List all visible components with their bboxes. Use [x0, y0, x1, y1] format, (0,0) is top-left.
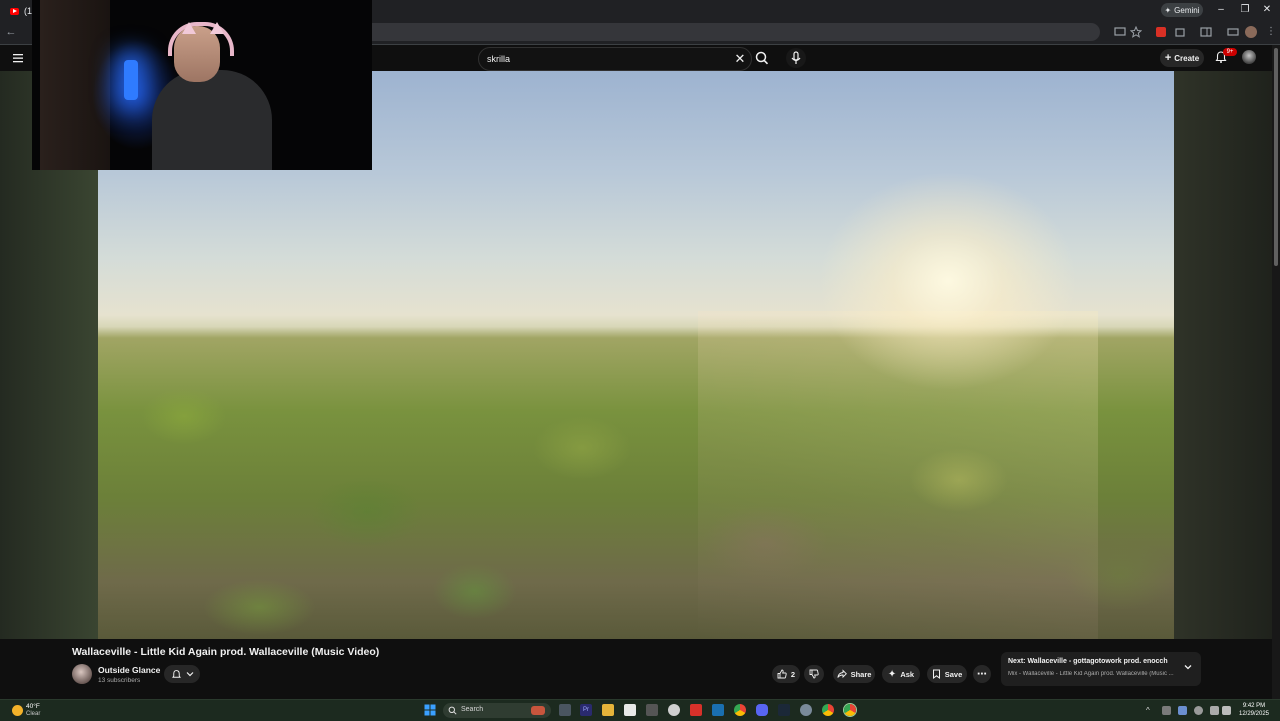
notification-badge: 9+ [1223, 48, 1237, 56]
ask-button[interactable]: ✦ Ask [882, 665, 920, 683]
share-arrow-icon [836, 669, 847, 679]
discord-icon[interactable] [756, 704, 768, 716]
video-frame-sun [818, 171, 1078, 391]
settings-gear-icon[interactable] [800, 704, 812, 716]
subscription-bell-button[interactable] [164, 665, 200, 683]
task-view-icon[interactable] [559, 704, 571, 716]
profile-switch-icon[interactable] [1227, 26, 1239, 38]
webcam-cat-ear-right [210, 22, 224, 34]
channel-avatar[interactable] [72, 664, 92, 684]
extension-red-icon[interactable] [1155, 26, 1167, 38]
next-up-subtitle: Mix - Wallaceville - Little Kid Again pr… [1008, 671, 1174, 677]
hamburger-menu-icon[interactable] [12, 52, 24, 64]
chevron-down-icon[interactable] [1183, 662, 1193, 672]
close-window-button[interactable]: ✕ [1256, 3, 1278, 17]
back-arrow-icon[interactable]: ← [4, 25, 18, 39]
tray-volume-icon[interactable] [1222, 706, 1231, 715]
tray-app-icon[interactable] [1178, 706, 1187, 715]
browser-menu-icon[interactable]: ⋮ [1265, 26, 1277, 38]
weather-temperature: 40°F [26, 703, 40, 710]
save-label: Save [944, 669, 963, 679]
webcam-cat-ear-left [182, 22, 196, 34]
channel-name[interactable]: Outside Glance [98, 665, 160, 675]
steam-icon[interactable] [778, 704, 790, 716]
sparkle-icon: ✦ [1164, 5, 1172, 15]
sparkle-icon: ✦ [887, 668, 897, 680]
tray-network-icon[interactable] [1210, 706, 1219, 715]
thumbs-up-icon [777, 669, 787, 679]
gemini-button[interactable]: ✦ Gemini [1161, 3, 1203, 17]
premiere-pro-icon[interactable]: Pr [580, 704, 592, 716]
next-up-title: Next: Wallaceville - gottagotowork prod.… [1008, 658, 1168, 665]
taskbar-search-label: Search [461, 706, 484, 713]
subscriber-count: 13 subscribers [98, 677, 141, 684]
like-count: 2 [790, 669, 796, 679]
search-icon[interactable] [752, 47, 772, 69]
taskbar-clock[interactable]: 9:42 PM 12/29/2025 [1234, 702, 1274, 718]
video-title: Wallaceville - Little Kid Again prod. Wa… [72, 646, 380, 658]
youtube-favicon-icon [10, 7, 19, 15]
webcam-overlay [32, 0, 372, 170]
tray-mic-icon[interactable] [1194, 706, 1203, 715]
calendar-app-icon[interactable] [624, 704, 636, 716]
minimize-button[interactable]: – [1210, 3, 1232, 17]
telegram-icon[interactable] [712, 704, 724, 716]
clock-time: 9:42 PM [1242, 703, 1266, 709]
gemini-label: Gemini [1174, 5, 1200, 15]
file-explorer-icon[interactable] [602, 704, 614, 716]
ask-label: Ask [900, 669, 915, 679]
weather-sun-icon [12, 705, 23, 716]
close-icon[interactable]: ✕ [733, 52, 747, 66]
bookmark-star-icon[interactable] [1130, 26, 1142, 38]
bookmark-icon [932, 669, 940, 679]
chrome-active-icon[interactable] [844, 704, 856, 716]
page-scrollbar-thumb[interactable] [1274, 48, 1278, 266]
voice-search-button[interactable] [786, 48, 806, 68]
share-button[interactable]: Share [833, 665, 875, 683]
restore-button[interactable]: ❐ [1234, 3, 1256, 17]
profile-avatar[interactable] [1245, 26, 1257, 38]
red-app-icon[interactable] [690, 704, 702, 716]
side-panel-icon[interactable] [1200, 26, 1212, 38]
share-label: Share [850, 669, 872, 679]
save-button[interactable]: Save [927, 665, 967, 683]
bell-icon [171, 669, 181, 678]
clock-date: 12/29/2025 [1238, 711, 1270, 717]
dislike-button[interactable] [804, 665, 824, 683]
install-app-icon[interactable] [1114, 26, 1126, 38]
webcam-person-body [152, 70, 272, 170]
search-highlight-icon [531, 706, 545, 715]
create-label: Create [1174, 53, 1200, 63]
webcam-headset [168, 22, 234, 56]
like-button[interactable]: 2 [772, 665, 800, 683]
plus-icon: + [1164, 52, 1172, 64]
create-button[interactable]: + Create [1160, 49, 1204, 67]
windows-start-icon[interactable] [424, 704, 436, 716]
chrome-icon[interactable] [822, 704, 834, 716]
tray-app-icon[interactable] [1162, 706, 1171, 715]
app-icon[interactable] [646, 704, 658, 716]
account-avatar[interactable] [1242, 50, 1256, 64]
chrome-icon[interactable] [734, 704, 746, 716]
taskbar-search[interactable]: Search [443, 703, 551, 718]
webcam-neon-light [124, 60, 138, 100]
more-horizontal-icon: ⋯ [977, 668, 987, 680]
obs-icon[interactable] [668, 704, 680, 716]
puzzle-extensions-icon[interactable] [1174, 26, 1186, 38]
search-box: ✕ [478, 47, 752, 71]
weather-widget[interactable]: 40°F Clear [10, 703, 60, 719]
thumbs-down-icon [809, 669, 819, 679]
windows-taskbar: 40°F Clear Search Pr ^ 9:42 PM 12/29/202… [0, 699, 1280, 721]
chevron-down-icon [186, 672, 193, 677]
microphone-icon [791, 51, 801, 64]
next-up-card[interactable]: Next: Wallaceville - gottagotowork prod.… [1001, 652, 1201, 686]
search-input[interactable] [487, 51, 717, 67]
weather-condition: Clear [26, 711, 41, 717]
search-icon [448, 706, 457, 715]
more-actions-button[interactable]: ⋯ [973, 665, 991, 683]
tray-overflow-chevron-icon[interactable]: ^ [1146, 706, 1155, 715]
